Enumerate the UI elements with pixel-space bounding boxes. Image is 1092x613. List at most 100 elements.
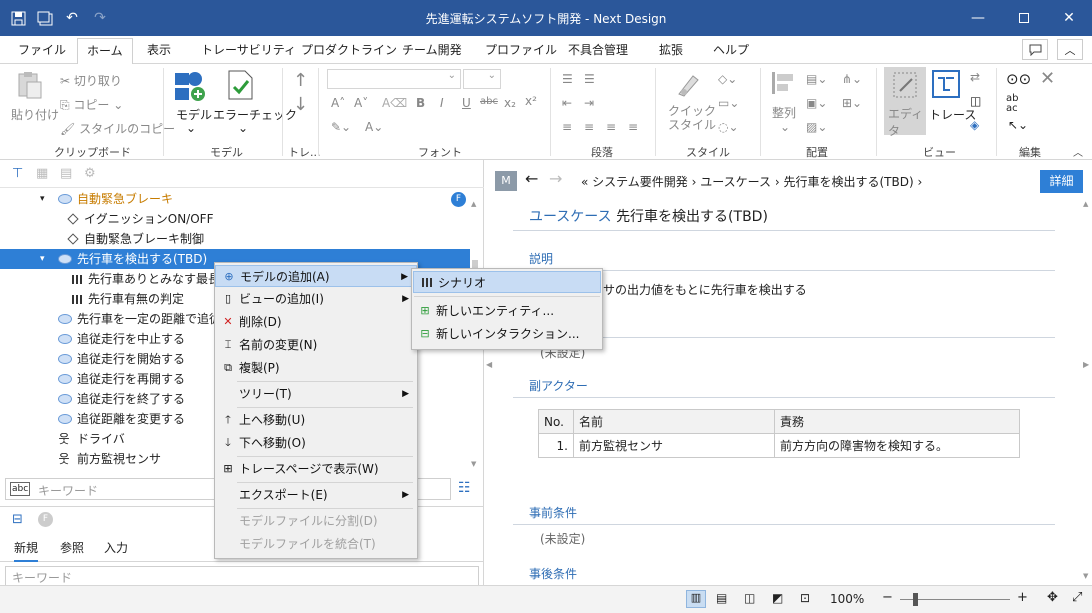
copy-button[interactable]: ⎘ コピー ⌄	[60, 96, 123, 113]
filter-icon[interactable]: ☷	[458, 480, 471, 496]
tree-item[interactable]: 先行車を一定の距離で追従	[58, 309, 221, 329]
zoom-out-button[interactable]: −	[882, 590, 893, 605]
underline-button[interactable]: U	[462, 96, 471, 110]
align-left-icon[interactable]: ≡	[562, 120, 572, 134]
menu-view[interactable]: 表示	[147, 41, 171, 58]
layout-mode-4-icon[interactable]: ◩	[772, 591, 783, 605]
menu-profile[interactable]: プロファイル	[485, 41, 557, 58]
menu-item-duplicate[interactable]: ⧉ 複製(P)	[215, 357, 417, 379]
tree-item[interactable]: 追従走行を終了する	[58, 389, 185, 409]
menu-item-rename[interactable]: ⌶ 名前の変更(N)	[215, 334, 417, 356]
comment-button[interactable]	[1022, 39, 1048, 60]
menu-item-add-view[interactable]: ▯ ビューの追加(I) ▶	[215, 288, 417, 310]
bring-front-icon[interactable]: ▨⌄	[806, 120, 827, 134]
fit-page-icon[interactable]: ⊡	[800, 591, 810, 605]
delete-ribbon-icon[interactable]: ✕	[1040, 68, 1055, 89]
menu-defect[interactable]: 不具合管理	[568, 41, 628, 58]
menu-extension[interactable]: 拡張	[659, 41, 683, 58]
justify-icon[interactable]: ≡	[628, 120, 638, 134]
bullet-list-icon[interactable]: ☰	[562, 72, 573, 86]
tree-item[interactable]: 追従走行を開始する	[58, 349, 185, 369]
tree-item[interactable]: ▾ 自動緊急ブレーキ F	[0, 189, 470, 209]
subscript-button[interactable]: x₂	[504, 96, 516, 110]
italic-button[interactable]: I	[440, 96, 444, 110]
hierarchy-icon[interactable]: ⊤	[12, 166, 23, 181]
tab-new[interactable]: 新規	[14, 539, 39, 562]
product-icon[interactable]: ▦	[36, 166, 48, 181]
find-icon[interactable]: ⊙⊙	[1006, 70, 1031, 88]
outdent-icon[interactable]: ⇤	[562, 96, 572, 110]
menu-item-trace-page[interactable]: ⊞ トレースページで表示(W)	[215, 458, 417, 480]
menu-item-move-down[interactable]: 🡓 下へ移動(O)	[215, 432, 417, 454]
line-color-icon[interactable]: ▭⌄	[718, 96, 739, 110]
zoom-slider-thumb[interactable]	[913, 593, 918, 606]
table-cell[interactable]: 前方方向の障害物を検知する。	[774, 433, 1020, 458]
font-family-select[interactable]: ⌄	[327, 69, 461, 89]
submenu-item-new-interaction[interactable]: ⊟ 新しいインタラクション...	[412, 323, 600, 345]
menu-traceability[interactable]: トレーサビリティ	[201, 41, 296, 58]
quick-style-button[interactable]: クイック スタイル	[668, 104, 716, 132]
tree-item[interactable]: 追従走行を再開する	[58, 369, 185, 389]
menu-team[interactable]: チーム開発	[402, 41, 462, 58]
submenu-item-new-entity[interactable]: ⊞ 新しいエンティティ...	[412, 300, 600, 322]
detail-scrollbar[interactable]: ▲ ▼	[1083, 200, 1091, 580]
tab-reference[interactable]: 参照	[60, 539, 84, 556]
scroll-down-icon[interactable]: ▼	[471, 460, 476, 468]
font-size-select[interactable]: ⌄	[463, 69, 501, 89]
collapse-left-icon[interactable]: ◀	[486, 360, 492, 369]
menu-help[interactable]: ヘルプ	[713, 41, 749, 58]
fullscreen-icon[interactable]: ⤢	[1072, 590, 1082, 605]
variant-icon[interactable]: ⚙	[84, 166, 96, 181]
select-icon[interactable]: ↖⌄	[1008, 118, 1028, 132]
indent-icon[interactable]: ⇥	[584, 96, 594, 110]
auto-layout-icon[interactable]: ⊞⌄	[842, 96, 862, 110]
menu-item-export[interactable]: エクスポート(E) ▶	[215, 484, 417, 506]
menu-home[interactable]: ホーム	[77, 38, 133, 65]
cut-button[interactable]: ✂ 切り取り	[60, 72, 122, 89]
tree-item[interactable]: 웃 前方監視センサ	[58, 449, 161, 469]
toolbox-icon[interactable]: ⊟	[12, 512, 23, 527]
error-check-dropdown-icon[interactable]: ⌄	[238, 121, 248, 135]
collapse-ribbon-button[interactable]: ︿	[1057, 39, 1083, 60]
menu-product-line[interactable]: プロダクトライン	[301, 41, 397, 58]
tree-item[interactable]: 追従走行を中止する	[58, 329, 185, 349]
align-button[interactable]: 整列	[772, 104, 796, 121]
breadcrumb-item[interactable]: ユースケース	[700, 175, 771, 189]
replace-icon[interactable]: ab ac	[1006, 94, 1018, 114]
align-center-icon[interactable]: ≡	[584, 120, 594, 134]
tree-item[interactable]: イグニッションON/OFF	[66, 209, 213, 229]
menu-file[interactable]: ファイル	[18, 41, 66, 58]
copy-style-button[interactable]: 🖌 スタイルのコピー	[60, 120, 175, 137]
swap-icon[interactable]: ⇄	[970, 70, 980, 84]
back-icon[interactable]: ←	[525, 169, 538, 188]
zoom-in-button[interactable]: +	[1017, 590, 1028, 605]
strikethrough-button[interactable]: abc	[480, 96, 498, 107]
tab-input[interactable]: 入力	[104, 539, 128, 556]
highlight-icon[interactable]: ✎⌄	[331, 120, 351, 134]
tree-layout-icon[interactable]: ⋔⌄	[842, 72, 862, 86]
close-button[interactable]: ✕	[1046, 0, 1092, 36]
model-dropdown-icon[interactable]: ⌄	[186, 121, 196, 135]
tree-item[interactable]: 追従距離を変更する	[58, 409, 185, 429]
format-paint-icon[interactable]: ◈	[970, 118, 979, 132]
minimize-button[interactable]: —	[955, 0, 1001, 36]
align-dropdown-icon[interactable]: ⌄	[780, 120, 790, 134]
menu-item-tree[interactable]: ツリー(T) ▶	[215, 383, 417, 405]
layout-mode-2-icon[interactable]: ▤	[716, 591, 727, 605]
number-list-icon[interactable]: ☰	[584, 72, 595, 86]
breadcrumb-item[interactable]: システム要件開発	[592, 175, 688, 189]
effect-icon[interactable]: ◌⌄	[718, 120, 739, 134]
menu-item-move-up[interactable]: 🡑 上へ移動(U)	[215, 409, 417, 431]
layout-mode-1-icon[interactable]: ▥	[686, 590, 706, 608]
expand-arrow-icon[interactable]: ▾	[40, 189, 45, 209]
maximize-button[interactable]	[1001, 0, 1047, 36]
font-color-icon[interactable]: A⌄	[365, 120, 383, 134]
expand-arrow-icon[interactable]: ▾	[40, 249, 45, 269]
collapse-chevron-icon[interactable]: ︿	[1073, 144, 1083, 159]
superscript-button[interactable]: x²	[525, 94, 537, 108]
group-icon[interactable]: ▣⌄	[806, 96, 827, 110]
breadcrumb-item[interactable]: 先行車を検出する(TBD)	[784, 175, 914, 189]
scroll-up-icon[interactable]: ▲	[471, 200, 476, 208]
pan-icon[interactable]: ✥	[1047, 590, 1058, 605]
layers-icon[interactable]: ▤	[60, 166, 72, 181]
